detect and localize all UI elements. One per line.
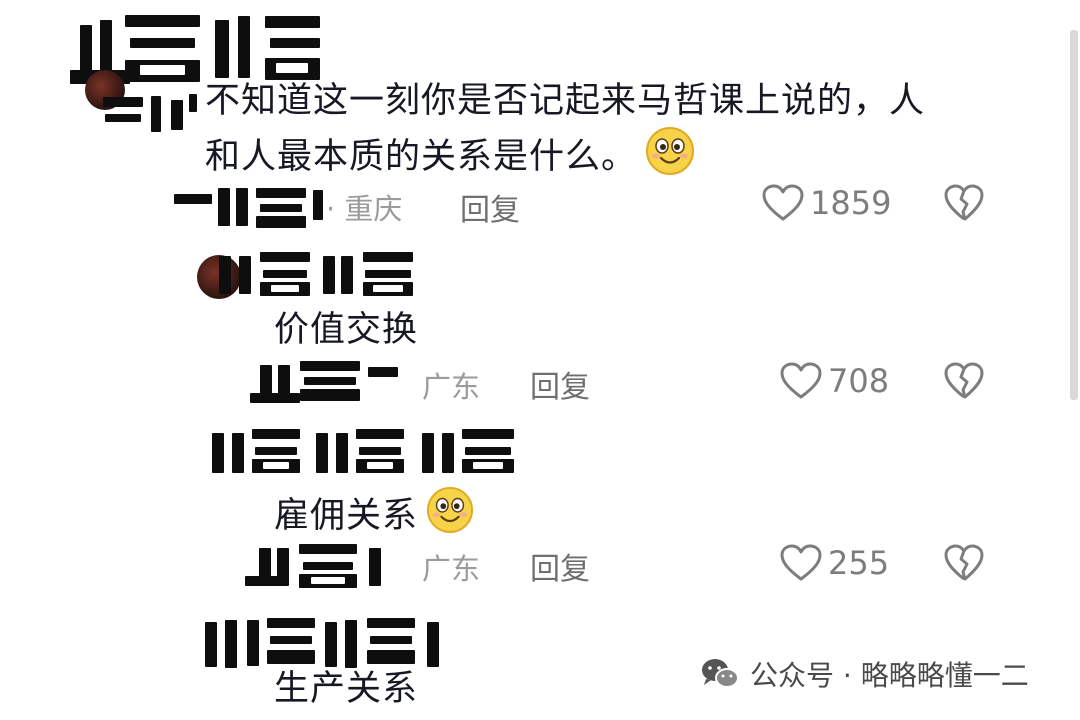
- dislike-button[interactable]: [944, 184, 984, 222]
- reply-button[interactable]: 回复: [530, 544, 590, 588]
- comment-text: 不知道这一刻你是否记起来马哲课上说的，人 和人最本质的关系是什么。: [205, 76, 925, 190]
- smile-emoji-icon: [645, 126, 695, 190]
- broken-heart-icon: [944, 362, 984, 400]
- broken-heart-icon: [944, 184, 984, 222]
- comment-location: · 重庆: [326, 192, 403, 226]
- like-count: 255: [828, 544, 890, 582]
- broken-heart-icon: [944, 544, 984, 582]
- redacted-username: [95, 92, 205, 136]
- redacted-username: [195, 612, 450, 672]
- reply-button[interactable]: 回复: [530, 362, 590, 406]
- comment-location: 广东: [422, 552, 481, 586]
- reply-button[interactable]: 回复: [460, 185, 520, 229]
- heart-icon: [780, 362, 822, 400]
- comment-text: 价值交换: [274, 310, 419, 350]
- comment-text: 生产关系: [274, 669, 419, 709]
- smile-emoji-icon: [426, 486, 474, 548]
- redacted-username: [168, 180, 328, 230]
- redacted-username: [250, 355, 410, 405]
- heart-icon: [780, 544, 822, 582]
- like-count: 708: [828, 362, 890, 400]
- redacted-username: [245, 540, 405, 590]
- wechat-icon: [700, 657, 740, 691]
- redacted-username: [205, 248, 420, 298]
- like-button[interactable]: 255: [780, 544, 889, 582]
- dislike-button[interactable]: [944, 544, 984, 582]
- scrollbar[interactable]: [1070, 30, 1078, 400]
- like-button[interactable]: 708: [780, 362, 889, 400]
- like-count: 1859: [810, 184, 892, 222]
- dislike-button[interactable]: [944, 362, 984, 400]
- like-button[interactable]: 1859: [762, 184, 891, 222]
- heart-icon: [762, 184, 804, 222]
- comment-location: 广东: [422, 370, 481, 404]
- redacted-username: [200, 425, 530, 477]
- comment-text: 雇佣关系: [274, 486, 474, 548]
- comment-text-line: 不知道这一刻你是否记起来马哲课上说的，人: [205, 81, 926, 121]
- watermark-text: 公众号 · 略略略懂一二: [750, 659, 1029, 692]
- watermark: 公众号 · 略略略懂一二: [700, 654, 1029, 694]
